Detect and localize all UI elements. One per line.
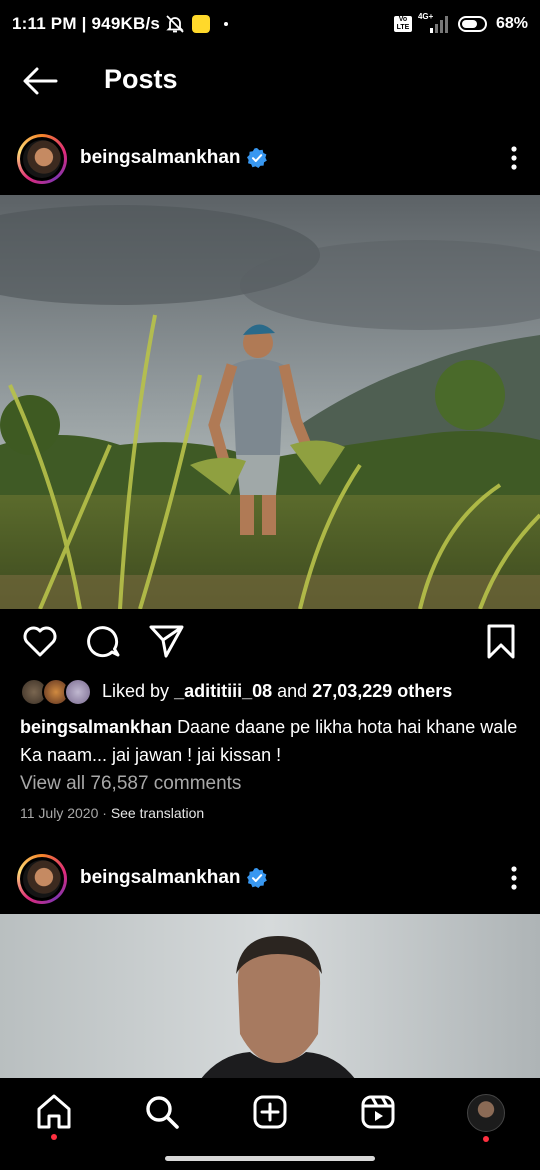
- top-app-bar: Posts: [0, 54, 540, 110]
- post-username[interactable]: beingsalmankhan: [80, 867, 241, 889]
- home-icon[interactable]: [34, 1092, 74, 1132]
- search-icon[interactable]: [142, 1092, 182, 1132]
- bookmark-icon[interactable]: [482, 622, 520, 660]
- post-caption: beingsalmankhan Daane daane pe likha hot…: [20, 713, 525, 769]
- post-date: 11 July 2020: [20, 805, 99, 821]
- heart-icon[interactable]: [21, 622, 59, 660]
- avatar[interactable]: [17, 854, 67, 904]
- post-date-row: 11 July 2020 · See translation: [20, 805, 205, 821]
- liker-avatar: [64, 678, 92, 706]
- share-icon[interactable]: [147, 622, 185, 660]
- liked-by-user[interactable]: _adititiii_08: [174, 681, 272, 701]
- profile-avatar[interactable]: [467, 1094, 505, 1132]
- battery-icon: [457, 16, 487, 32]
- create-icon[interactable]: [250, 1092, 290, 1132]
- more-options-icon[interactable]: [510, 865, 518, 891]
- verified-badge-icon: [247, 868, 267, 888]
- status-speed: 949KB/s: [91, 14, 161, 33]
- more-options-icon[interactable]: [510, 145, 518, 171]
- signal-icon: 4G+: [418, 12, 452, 34]
- see-translation-link[interactable]: See translation: [111, 805, 204, 821]
- volte-icon: Vo LTE: [393, 16, 412, 32]
- page-title: Posts: [104, 64, 178, 94]
- snapchat-icon: [192, 15, 210, 33]
- back-arrow-icon[interactable]: [22, 66, 58, 96]
- post-header: beingsalmankhan: [0, 851, 540, 907]
- post-actions: [0, 620, 540, 664]
- avatar[interactable]: [17, 134, 67, 184]
- battery-percent: 68%: [495, 15, 528, 32]
- home-indicator[interactable]: [165, 1156, 375, 1161]
- post-video[interactable]: [0, 914, 540, 1080]
- status-right: Vo LTE 4G+ 68%: [393, 12, 528, 36]
- likes-text: Liked by _adititiii_08 and 27,03,229 oth…: [102, 681, 453, 701]
- view-comments-link[interactable]: View all 76,587 comments: [20, 773, 241, 795]
- post-header: beingsalmankhan: [0, 131, 540, 187]
- post-image[interactable]: [0, 195, 540, 609]
- likes-count[interactable]: 27,03,229 others: [312, 681, 452, 701]
- status-time-speed: 1:11 PM | 949KB/s: [12, 14, 161, 33]
- notification-dot-icon: [224, 22, 228, 26]
- status-time: 1:11 PM: [12, 14, 77, 33]
- notification-dot: [483, 1136, 489, 1142]
- likes-row[interactable]: Liked by _adititiii_08 and 27,03,229 oth…: [20, 676, 530, 708]
- reels-icon[interactable]: [358, 1092, 398, 1132]
- comment-icon[interactable]: [85, 622, 123, 660]
- post-username[interactable]: beingsalmankhan: [80, 147, 241, 169]
- caption-username[interactable]: beingsalmankhan: [20, 717, 172, 737]
- notification-dot: [51, 1134, 57, 1140]
- mute-bell-icon: [166, 15, 184, 33]
- verified-badge-icon: [247, 148, 267, 168]
- status-bar: 1:11 PM | 949KB/s Vo LTE 4G+ 68%: [0, 0, 540, 50]
